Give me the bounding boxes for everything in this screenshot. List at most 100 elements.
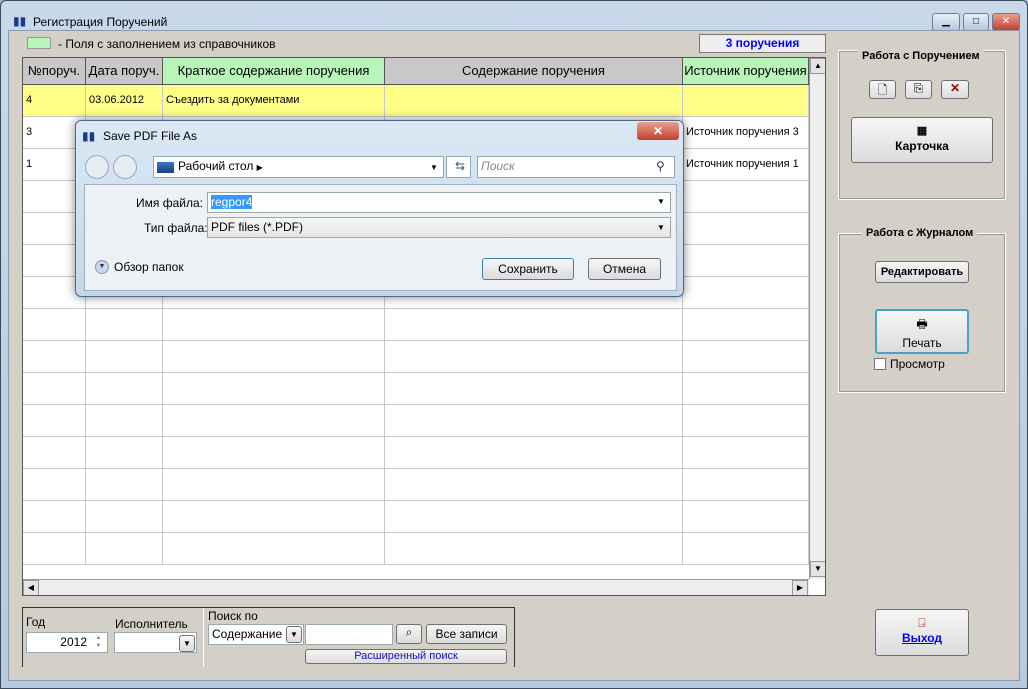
location-dropdown-icon[interactable]: ▼: [430, 163, 438, 172]
dialog-close-button[interactable]: ✕: [637, 122, 679, 140]
search-field-dropdown-icon[interactable]: ▼: [286, 626, 302, 643]
refresh-icon[interactable]: ⇆: [446, 156, 471, 178]
cancel-button[interactable]: Отмена: [588, 258, 661, 280]
table-cell[interactable]: [86, 437, 163, 469]
table-cell[interactable]: [163, 373, 385, 405]
table-cell[interactable]: [385, 437, 683, 469]
table-row[interactable]: [23, 437, 809, 469]
table-cell[interactable]: [683, 373, 809, 405]
table-cell[interactable]: [86, 309, 163, 341]
browse-folders-icon[interactable]: ▼: [95, 260, 109, 274]
browse-folders-link[interactable]: Обзор папок: [114, 260, 184, 274]
minimize-button[interactable]: ▁: [932, 13, 960, 31]
table-cell[interactable]: [23, 373, 86, 405]
filename-input[interactable]: regpor4: [207, 192, 671, 213]
table-cell[interactable]: [163, 437, 385, 469]
search-input[interactable]: [305, 624, 393, 645]
table-row[interactable]: [23, 533, 809, 565]
table-cell[interactable]: [385, 405, 683, 437]
table-cell[interactable]: [385, 469, 683, 501]
scroll-left-button[interactable]: ◀: [23, 580, 39, 595]
table-cell[interactable]: [385, 501, 683, 533]
scroll-right-button[interactable]: ▶: [792, 580, 808, 595]
table-cell[interactable]: [683, 277, 809, 309]
table-cell[interactable]: [385, 373, 683, 405]
table-cell[interactable]: [163, 533, 385, 565]
table-cell[interactable]: [23, 437, 86, 469]
edit-button[interactable]: Редактировать: [875, 261, 969, 283]
table-row[interactable]: 4 03.06.2012 Съездить за документами: [23, 85, 809, 117]
table-cell[interactable]: [385, 533, 683, 565]
table-cell[interactable]: [683, 245, 809, 277]
table-cell[interactable]: 03.06.2012: [86, 85, 163, 117]
table-cell[interactable]: [683, 341, 809, 373]
table-cell[interactable]: 4: [23, 85, 86, 117]
table-cell[interactable]: [683, 309, 809, 341]
table-cell[interactable]: [683, 405, 809, 437]
search-box[interactable]: Поиск: [477, 156, 675, 178]
table-cell[interactable]: [385, 309, 683, 341]
table-cell[interactable]: [683, 181, 809, 213]
table-row[interactable]: [23, 373, 809, 405]
preview-checkbox[interactable]: [874, 358, 886, 370]
advanced-search-button[interactable]: Расширенный поиск: [305, 649, 507, 664]
filename-dropdown-icon[interactable]: ▼: [657, 197, 665, 206]
filetype-dropdown-icon[interactable]: ▼: [657, 223, 665, 232]
table-cell[interactable]: [385, 341, 683, 373]
column-header[interactable]: Источник поручения: [683, 58, 809, 85]
table-cell[interactable]: [23, 469, 86, 501]
table-cell[interactable]: [683, 469, 809, 501]
table-cell[interactable]: [86, 405, 163, 437]
table-cell[interactable]: [86, 533, 163, 565]
table-cell[interactable]: [683, 437, 809, 469]
scroll-up-button[interactable]: ▲: [810, 58, 825, 74]
table-cell[interactable]: [23, 405, 86, 437]
year-spin-icon[interactable]: ▲ ▼: [92, 634, 105, 651]
table-cell[interactable]: [163, 405, 385, 437]
print-button[interactable]: 🖶 Печать: [875, 309, 969, 354]
new-document-button[interactable]: 🗋: [869, 80, 896, 99]
table-cell[interactable]: [23, 309, 86, 341]
table-row[interactable]: [23, 469, 809, 501]
table-cell[interactable]: Источник поручения 1: [683, 149, 809, 181]
table-cell[interactable]: [163, 341, 385, 373]
find-button[interactable]: ⌕: [396, 624, 422, 644]
horizontal-scrollbar[interactable]: ◀ ▶: [23, 579, 809, 595]
location-bar[interactable]: Рабочий стол ▶: [153, 156, 444, 178]
all-records-button[interactable]: Все записи: [426, 624, 507, 644]
table-cell[interactable]: [86, 373, 163, 405]
back-button[interactable]: [85, 155, 109, 179]
table-cell[interactable]: [86, 501, 163, 533]
table-cell[interactable]: [23, 341, 86, 373]
table-cell[interactable]: [86, 341, 163, 373]
close-button[interactable]: ✕: [992, 13, 1020, 31]
table-cell[interactable]: [163, 501, 385, 533]
column-header[interactable]: Краткое содержание поручения: [163, 58, 385, 85]
table-cell[interactable]: [163, 309, 385, 341]
column-header[interactable]: Содержание поручения: [385, 58, 683, 85]
table-cell[interactable]: [683, 213, 809, 245]
table-cell[interactable]: [23, 533, 86, 565]
scroll-down-button[interactable]: ▼: [810, 561, 825, 577]
exit-button[interactable]: ⍈ Выход: [875, 609, 969, 656]
table-cell[interactable]: [23, 501, 86, 533]
table-cell[interactable]: Съездить за документами: [163, 85, 385, 117]
table-cell[interactable]: [683, 501, 809, 533]
filetype-select[interactable]: PDF files (*.PDF): [207, 217, 671, 238]
column-header[interactable]: Дата поруч.: [86, 58, 163, 85]
copy-button[interactable]: ⎘: [905, 80, 932, 99]
card-button[interactable]: ▦ Карточка: [851, 117, 993, 163]
table-cell[interactable]: [86, 469, 163, 501]
table-cell[interactable]: [385, 85, 683, 117]
table-row[interactable]: [23, 405, 809, 437]
executor-dropdown-icon[interactable]: ▼: [179, 635, 195, 652]
table-cell[interactable]: [683, 85, 809, 117]
table-row[interactable]: [23, 341, 809, 373]
column-header[interactable]: №поруч.: [23, 58, 86, 85]
table-row[interactable]: [23, 501, 809, 533]
table-row[interactable]: [23, 309, 809, 341]
vertical-scrollbar[interactable]: ▲ ▼: [809, 58, 825, 579]
maximize-button[interactable]: □: [963, 13, 989, 31]
table-cell[interactable]: Источник поручения 3: [683, 117, 809, 149]
table-cell[interactable]: [163, 469, 385, 501]
